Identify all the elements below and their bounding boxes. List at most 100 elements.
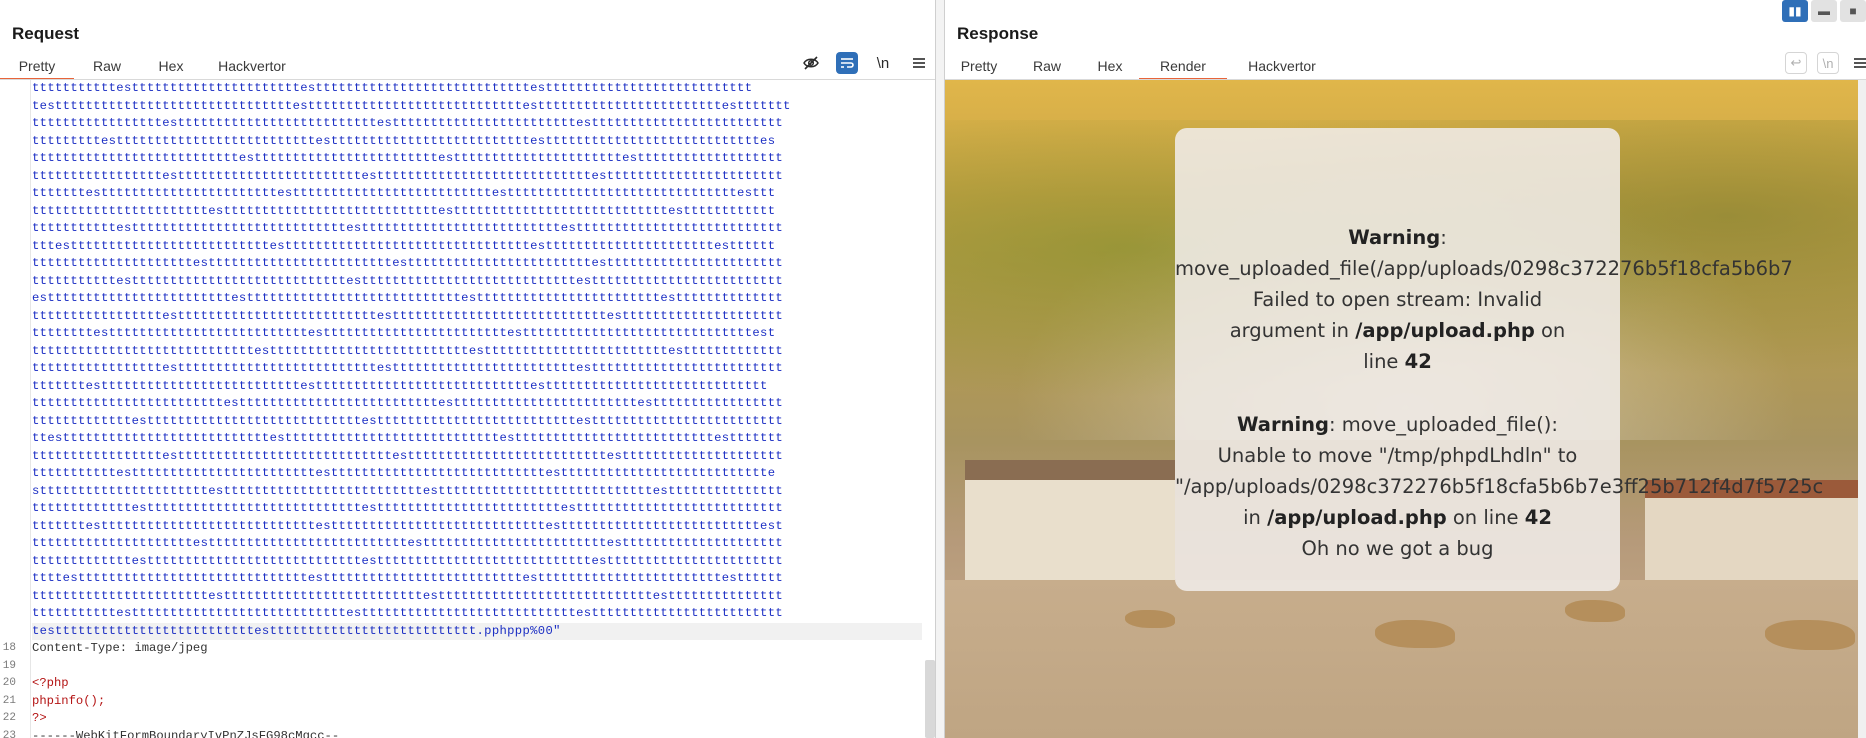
warning-1-text: on — [1534, 319, 1566, 342]
warning-1-text: argument in — [1229, 319, 1356, 342]
code-line[interactable]: tttttttttttttttttttttttesttttttttttttttt… — [32, 588, 922, 606]
warning-1-text: line — [1363, 350, 1405, 373]
wrap-icon[interactable] — [836, 52, 858, 74]
background-rock — [1565, 600, 1625, 622]
line-number: 22 — [2, 712, 16, 724]
render-scrollbar[interactable] — [1858, 80, 1866, 738]
code-line[interactable]: tttttttttttttttttttttesttttttttttttttttt… — [32, 535, 922, 553]
background-rock — [1375, 620, 1455, 648]
tab-pretty[interactable]: Pretty — [945, 52, 1013, 80]
warning-2-func: : move_uploaded_file(): — [1328, 413, 1558, 436]
warning-1-reason: Failed to open stream: Invalid — [1252, 288, 1543, 311]
code-line[interactable]: tttttttesttttttttttttttttttttttttttttest… — [32, 518, 922, 536]
code-line[interactable]: ------WebKitFormBoundaryIvPnZJsFG98cMgcc… — [32, 728, 922, 738]
tab-raw[interactable]: Raw — [1013, 52, 1081, 80]
eye-off-icon[interactable] — [800, 52, 822, 74]
newline-toggle[interactable]: \n — [872, 52, 894, 74]
line-number: 19 — [2, 659, 16, 672]
pane-splitter[interactable] — [935, 0, 945, 738]
tab-render[interactable]: Render — [1139, 52, 1227, 80]
warning-2-text: in — [1243, 506, 1268, 529]
code-line[interactable]: tttttttttttesttttttttttttttttttttttttest… — [32, 465, 922, 483]
code-line[interactable]: tttttttttttttttttesttttttttttttttttttttt… — [32, 448, 922, 466]
code-line[interactable]: Content-Type: image/jpeg — [32, 640, 922, 658]
code-line[interactable]: tttttttttttttttttttttttttesttttttttttttt… — [32, 395, 922, 413]
tab-raw[interactable]: Raw — [74, 52, 140, 80]
line-number: 23 — [2, 729, 16, 738]
code-line[interactable]: tttttttttttesttttttttttttttttttttttesttt… — [32, 80, 922, 98]
code-line[interactable]: tttttttttttttttttesttttttttttttttttttttt… — [32, 168, 922, 186]
tab-hackvertor[interactable]: Hackvertor — [1227, 52, 1337, 80]
tab-hackvertor[interactable]: Hackvertor — [202, 52, 302, 80]
response-title: Response — [957, 24, 1039, 43]
bug-message: Oh no we got a bug — [1301, 537, 1494, 560]
code-line[interactable]: tttttttttttttttttttttesttttttttttttttttt… — [32, 255, 922, 273]
background-rock — [1125, 610, 1175, 628]
editor-scrollbar[interactable] — [925, 660, 935, 738]
wrap-icon[interactable]: ↩ — [1785, 52, 1807, 74]
code-line[interactable]: tttttttttttttesttttttttttttttttttttttttt… — [32, 553, 922, 571]
warning-1: Warning: move_uploaded_file(/app/uploads… — [1175, 226, 1793, 373]
code-line[interactable]: tttttttttttttttttesttttttttttttttttttttt… — [32, 360, 922, 378]
request-tabs: Pretty Raw Hex Hackvertor — [0, 52, 302, 80]
newline-toggle[interactable]: \n — [1817, 52, 1839, 74]
code-line[interactable] — [32, 658, 922, 676]
code-line[interactable]: tttttttttttttesttttttttttttttttttttttttt… — [32, 413, 922, 431]
code-line[interactable]: tttttttttttttttttesttttttttttttttttttttt… — [32, 308, 922, 326]
response-pane: Response ▮▮ ▬ ■ Pretty Raw Hex Render Ha… — [945, 0, 1866, 738]
code-line[interactable]: ttestttttttttttttttttttttttttttesttttttt… — [32, 430, 922, 448]
warning-2: Warning: move_uploaded_file(): Unable to… — [1175, 409, 1823, 564]
tab-hex[interactable]: Hex — [140, 52, 202, 80]
warning-1-lineno: 42 — [1404, 350, 1432, 373]
warning-2-path: "/app/uploads/0298c372276b5f18cfa5b6b7e3… — [1175, 475, 1824, 498]
background-rock — [1765, 620, 1855, 650]
code-line[interactable]: tttttttesttttttttttttttttttttttttttesttt… — [32, 378, 922, 396]
response-tabs: Pretty Raw Hex Render Hackvertor — [945, 52, 1337, 80]
code-line[interactable]: tttttttttttttttttttttttesttttttttttttttt… — [32, 203, 922, 221]
error-message-box: Warning: move_uploaded_file(/app/uploads… — [1175, 128, 1823, 591]
code-line[interactable]: esttttttttttttttttttttttttestttttttttttt… — [32, 290, 922, 308]
warning-2-file: /app/upload.php — [1267, 506, 1447, 529]
tab-pretty[interactable]: Pretty — [0, 52, 74, 80]
warning-2-reason: Unable to move "/tmp/phpdLhdln" to — [1217, 444, 1578, 467]
response-toolbar: ↩ \n — [1785, 52, 1866, 74]
code-line[interactable]: ttttttttesttttttttttttttttttttttttttestt… — [32, 325, 922, 343]
code-line[interactable]: testttttttttttttttttttttttttttttttestttt… — [32, 98, 922, 116]
code-line[interactable]: tttttttttesttttttttttttttttttttttttttest… — [32, 133, 922, 151]
code-line[interactable]: tttttttttttesttttttttttttttttttttttttttt… — [32, 220, 922, 238]
request-title: Request — [12, 24, 80, 43]
code-line[interactable]: sttttttttttttttttttttttesttttttttttttttt… — [32, 483, 922, 501]
request-pane: Request Pretty Raw Hex Hackvertor \n 18 1… — [0, 0, 935, 738]
code-line[interactable]: tttttttttttesttttttttttttttttttttttttttt… — [32, 605, 922, 623]
menu-icon[interactable] — [908, 52, 930, 74]
warning-2-lineno: 42 — [1524, 506, 1552, 529]
code-line[interactable]: <?php — [32, 675, 922, 693]
warning-label: Warning — [1236, 413, 1329, 436]
code-line[interactable]: testtttttttttttttttttttttttttesttttttttt… — [32, 622, 922, 640]
single-pane-icon[interactable]: ■ — [1840, 0, 1866, 22]
code-line[interactable]: tttesttttttttttttttttttttttttttesttttttt… — [32, 238, 922, 256]
split-vertical-icon[interactable]: ▬ — [1811, 0, 1837, 22]
code-line[interactable]: tttttttestttttttttttttttttttttttestttttt… — [32, 185, 922, 203]
render-view: Warning: move_uploaded_file(/app/uploads… — [945, 80, 1866, 738]
request-toolbar: \n — [800, 52, 930, 74]
code-line[interactable]: tttttttttttesttttttttttttttttttttttttttt… — [32, 273, 922, 291]
line-gutter: 18 19 20 21 22 23 — [0, 80, 30, 738]
code-line[interactable]: tttttttttttttttttttttttttttesttttttttttt… — [32, 150, 922, 168]
gutter-divider — [30, 80, 31, 738]
code-line[interactable]: tttttttttttttttttttttttttttttesttttttttt… — [32, 343, 922, 361]
warning-2-text: on line — [1446, 506, 1525, 529]
request-code[interactable]: tttttttttttesttttttttttttttttttttttesttt… — [32, 80, 922, 738]
code-line[interactable]: tttttttttttttesttttttttttttttttttttttttt… — [32, 500, 922, 518]
tab-hex[interactable]: Hex — [1081, 52, 1139, 80]
code-line[interactable]: phpinfo(); — [32, 693, 922, 711]
request-editor[interactable]: 18 19 20 21 22 23 tttttttttttestttttttttttttt… — [0, 80, 925, 738]
warning-1-file: /app/upload.php — [1355, 319, 1535, 342]
code-line[interactable]: tttttttttttttttttesttttttttttttttttttttt… — [32, 115, 922, 133]
code-line[interactable]: ?> — [32, 710, 922, 728]
warning-1-path: move_uploaded_file(/app/uploads/0298c372… — [1175, 257, 1793, 280]
warning-label: Warning — [1348, 226, 1441, 249]
menu-icon[interactable] — [1849, 52, 1866, 74]
split-horizontal-icon[interactable]: ▮▮ — [1782, 0, 1808, 22]
code-line[interactable]: ttttesttttttttttttttttttttttttttttttestt… — [32, 570, 922, 588]
